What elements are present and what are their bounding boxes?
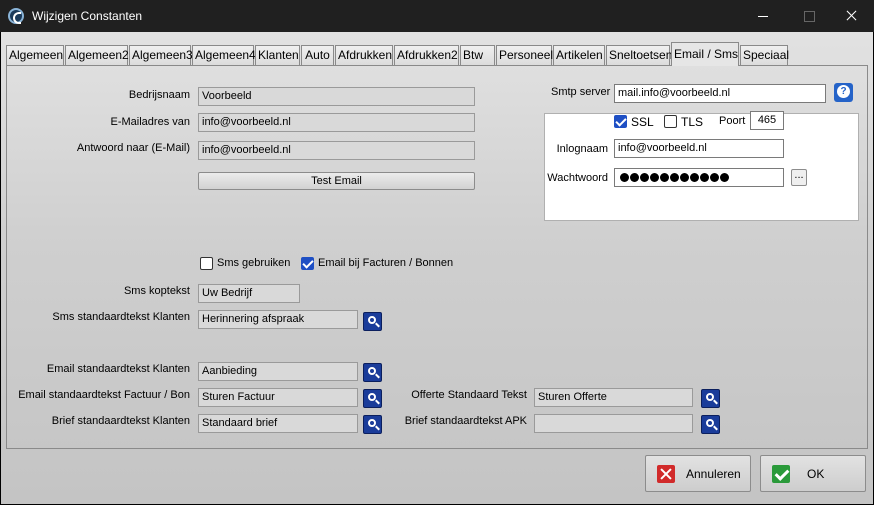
password-dot — [640, 172, 649, 182]
tab-email-sms[interactable]: Email / Sms — [671, 42, 739, 66]
tls-checkbox[interactable] — [664, 115, 677, 128]
maximize-button[interactable] — [786, 0, 832, 32]
email-facturen-label: Email bij Facturen / Bonnen — [318, 257, 454, 269]
wachtwoord-field[interactable] — [614, 168, 784, 187]
password-dot — [630, 172, 639, 182]
tab-algemeen4[interactable]: Algemeen4 — [192, 45, 256, 65]
email-factuur-field[interactable]: Sturen Factuur — [198, 388, 358, 407]
tab-artikelen[interactable]: Artikelen — [553, 45, 605, 65]
password-dot — [670, 172, 679, 182]
password-dot — [680, 172, 689, 182]
sms-standaard-label: Sms standaardtekst Klanten — [52, 311, 190, 323]
email-klanten-search-button[interactable] — [363, 363, 382, 382]
sms-gebruiken-checkbox[interactable] — [200, 257, 213, 270]
window-title: Wijzigen Constanten — [32, 9, 143, 23]
tab-btw[interactable]: Btw — [460, 45, 495, 65]
help-button[interactable]: ? — [834, 83, 853, 102]
sms-koptekst-field[interactable]: Uw Bedrijf — [198, 284, 300, 303]
offerte-label: Offerte Standaard Tekst — [411, 389, 527, 401]
test-email-button[interactable]: Test Email — [198, 172, 475, 190]
sms-koptekst-label: Sms koptekst — [123, 285, 190, 297]
browse-button[interactable]: ... — [791, 169, 807, 186]
poort-label: Poort — [719, 115, 746, 127]
title-bar: Wijzigen Constanten — [0, 0, 874, 32]
tab-personeel[interactable]: Personeel — [496, 45, 553, 65]
email-factuur-search-button[interactable] — [363, 389, 382, 408]
password-dot — [660, 172, 669, 182]
tls-label: TLS — [681, 115, 704, 129]
brief-klanten-label: Brief standaardtekst Klanten — [51, 415, 190, 427]
brief-klanten-search-button[interactable] — [363, 415, 382, 434]
wachtwoord-label: Wachtwoord — [547, 172, 608, 184]
dialog-client: Algemeen Algemeen2 Algemeen3 Algemeen4 K… — [1, 32, 873, 504]
cancel-icon — [657, 465, 675, 483]
brief-apk-field[interactable] — [534, 414, 693, 433]
sms-gebruiken-label: Sms gebruiken — [217, 257, 291, 269]
inlognaam-label: Inlognaam — [556, 143, 608, 155]
brief-apk-search-button[interactable] — [701, 415, 720, 434]
inlognaam-field[interactable]: info@voorbeeld.nl — [614, 139, 784, 158]
brief-klanten-field[interactable]: Standaard brief — [198, 414, 358, 433]
tab-sneltoetsen[interactable]: Sneltoetsen — [606, 45, 672, 65]
ok-button[interactable]: OK — [760, 455, 866, 492]
password-dot — [690, 172, 699, 182]
bedrijfsnaam-field[interactable]: Voorbeeld — [198, 87, 475, 106]
annuleren-label: Annuleren — [686, 467, 741, 481]
password-dot — [720, 172, 729, 182]
email-facturen-checkbox[interactable] — [301, 257, 314, 270]
emailadres-label: E-Mailadres van — [110, 116, 190, 128]
minimize-button[interactable] — [740, 0, 786, 32]
question-icon: ? — [837, 85, 850, 98]
email-factuur-label: Email standaardtekst Factuur / Bon — [18, 389, 190, 401]
ok-label: OK — [807, 467, 825, 481]
email-klanten-field[interactable]: Aanbieding — [198, 362, 358, 381]
offerte-search-button[interactable] — [701, 389, 720, 408]
emailadres-field[interactable]: info@voorbeeld.nl — [198, 113, 475, 132]
bedrijfsnaam-label: Bedrijsnaam — [128, 89, 190, 101]
email-klanten-label: Email standaardtekst Klanten — [46, 363, 190, 375]
antwoord-label: Antwoord naar (E-Mail) — [76, 142, 190, 154]
tab-afdrukken[interactable]: Afdrukken — [335, 45, 393, 65]
tab-auto[interactable]: Auto — [301, 45, 334, 65]
poort-field[interactable]: 465 — [750, 111, 784, 130]
smtp-server-label: Smtp server — [551, 86, 611, 98]
tab-algemeen[interactable]: Algemeen — [6, 45, 64, 65]
tab-afdrukken2[interactable]: Afdrukken2 — [394, 45, 459, 65]
tab-algemeen3[interactable]: Algemeen3 — [129, 45, 193, 65]
offerte-field[interactable]: Sturen Offerte — [534, 388, 693, 407]
ssl-checkbox[interactable] — [614, 115, 627, 128]
sms-standaard-field[interactable]: Herinnering afspraak — [198, 310, 358, 329]
check-icon — [772, 465, 790, 483]
password-dot — [710, 172, 719, 182]
antwoord-field[interactable]: info@voorbeeld.nl — [198, 141, 475, 160]
brief-apk-label: Brief standaardtekst APK — [404, 415, 527, 427]
smtp-server-field[interactable]: mail.info@voorbeeld.nl — [614, 84, 826, 103]
ssl-label: SSL — [631, 115, 654, 129]
smtp-settings-box — [544, 113, 859, 221]
annuleren-button[interactable]: Annuleren — [645, 455, 751, 492]
close-button[interactable] — [828, 0, 874, 32]
sms-standaard-search-button[interactable] — [363, 312, 382, 331]
password-dot — [650, 172, 659, 182]
tab-speciaal[interactable]: Speciaal — [740, 45, 789, 65]
app-icon — [8, 8, 24, 24]
tab-algemeen2[interactable]: Algemeen2 — [65, 45, 129, 65]
password-dot — [700, 172, 709, 182]
tab-klanten[interactable]: Klanten — [255, 45, 300, 65]
password-dot — [620, 172, 629, 182]
